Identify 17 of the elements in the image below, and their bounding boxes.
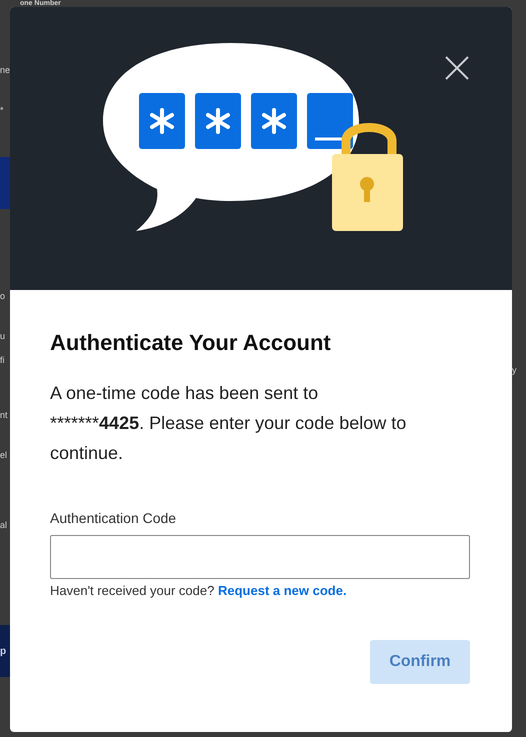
page-text: el	[0, 450, 8, 460]
dialog-message: A one-time code has been sent to *******4425. Please enter your code below to continue.	[50, 382, 408, 465]
page-text: u	[0, 331, 6, 341]
request-code-link[interactable]: Request a new code.	[218, 583, 347, 598]
page-text: nt	[0, 410, 9, 420]
page-text: *	[0, 105, 5, 115]
page-text: al	[0, 520, 8, 530]
page-text: ne	[0, 65, 10, 75]
dialog-title: Authenticate Your Account	[50, 330, 332, 356]
close-icon	[445, 56, 469, 80]
page-text: y	[512, 365, 518, 375]
help-text: Haven't received your code? Request a new code.	[50, 583, 348, 598]
page-text: o	[0, 291, 6, 301]
code-input-field[interactable]	[50, 535, 470, 579]
field-label: Authentication Code	[50, 510, 178, 526]
page-button[interactable]: p	[0, 625, 10, 677]
page-text: fi	[0, 355, 6, 365]
